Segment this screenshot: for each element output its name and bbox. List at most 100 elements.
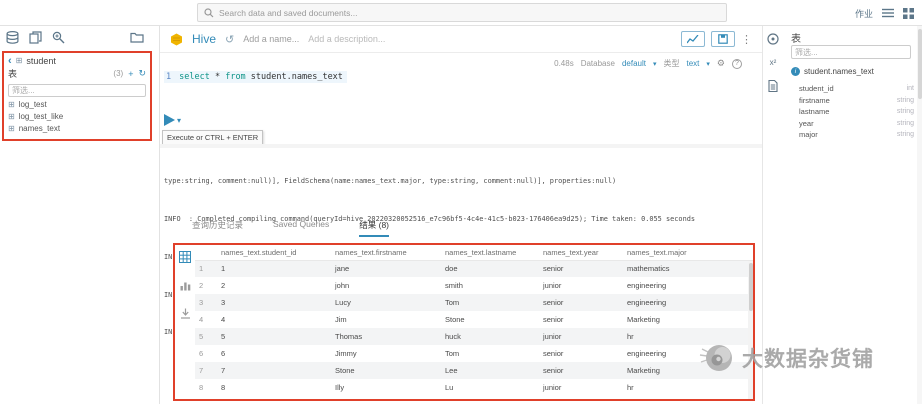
table-cell: junior — [543, 281, 562, 290]
results-col-header[interactable]: names_text.year — [539, 245, 623, 261]
chart-button[interactable] — [681, 31, 705, 47]
table-cell: junior — [539, 328, 623, 345]
column-name: firstname — [799, 95, 830, 105]
table-cell: 5 — [217, 328, 331, 345]
table-cell: 7 — [217, 362, 331, 379]
language-docs-icon[interactable] — [768, 80, 778, 92]
table-row[interactable]: 1 1 jane doe senior mathematics — [195, 260, 753, 277]
sidebar-item-log-test-like[interactable]: ⊞ log_test_like — [8, 110, 146, 122]
active-table-name[interactable]: student.names_text — [804, 67, 874, 76]
table-row[interactable]: 2 2 john smith junior engineering — [195, 277, 753, 294]
results-scrollbar[interactable] — [748, 261, 753, 399]
search-icon — [204, 7, 214, 18]
table-cell: mathematics — [623, 260, 753, 277]
assistant-info-icon[interactable] — [767, 33, 779, 45]
refresh-icon[interactable]: ↻ — [138, 68, 146, 79]
table-filter-input[interactable] — [8, 84, 146, 97]
column-filter-input[interactable] — [791, 45, 911, 59]
add-table-icon[interactable]: + — [128, 69, 133, 79]
gear-icon[interactable]: ⚙ — [717, 58, 725, 69]
table-cell: 8 — [221, 383, 226, 392]
sql-editor-line[interactable]: 1 select * from student.names_text — [164, 71, 347, 83]
editor-header-actions: ⋮ — [681, 31, 752, 47]
table-icon: ⊞ — [8, 123, 15, 133]
table-cell: Jimmy — [335, 349, 357, 358]
results-col-header[interactable]: names_text.major — [623, 245, 753, 261]
table-cell: 3 — [217, 294, 331, 311]
window-scrollbar[interactable] — [917, 26, 922, 404]
table-cell: smith — [445, 281, 463, 290]
table-row[interactable]: 6 6 Jimmy Tom senior engineering — [195, 345, 753, 362]
tables-section-header: 表 (3) + ↻ — [8, 67, 146, 80]
functions-icon[interactable]: x² — [770, 58, 777, 67]
list-item[interactable]: student_id int — [799, 83, 914, 95]
database-name[interactable]: student — [26, 56, 56, 66]
query-history-icon[interactable]: ↺ — [225, 33, 234, 46]
table-cell: Stone — [445, 315, 465, 324]
results-col-header[interactable]: names_text.student_id — [217, 245, 331, 261]
back-icon[interactable]: ‹ — [8, 55, 12, 66]
global-search[interactable] — [197, 3, 727, 22]
info-icon[interactable]: i — [791, 67, 800, 76]
database-header[interactable]: ‹ ⊞ student — [8, 54, 146, 67]
tab-query-history[interactable]: 查询历史记录 — [192, 219, 243, 237]
database-select[interactable]: default — [622, 59, 646, 68]
jobs-list-icon[interactable] — [882, 8, 894, 18]
list-item[interactable]: major string — [799, 129, 914, 141]
execute-button[interactable]: ▾ — [164, 114, 181, 126]
more-menu-icon[interactable]: ⋮ — [741, 33, 752, 46]
import-folder-icon[interactable] — [130, 31, 144, 43]
type-select[interactable]: text — [687, 59, 700, 68]
table-cell: 7 — [195, 362, 217, 379]
search-input[interactable] — [219, 7, 720, 18]
tab-results[interactable]: 结果 (8) — [359, 219, 390, 237]
active-table-row[interactable]: i student.names_text — [791, 67, 874, 76]
table-row[interactable]: 7 7 Stone Lee senior Marketing — [195, 362, 753, 379]
chevron-down-icon[interactable]: ▾ — [653, 60, 657, 68]
grid-view-icon[interactable] — [179, 250, 191, 268]
query-name-field[interactable]: Add a name... — [243, 34, 299, 44]
table-cell: Stone — [331, 362, 441, 379]
editor-header: Hive ↺ Add a name... Add a description..… — [160, 26, 762, 53]
sidebar-item-log-test[interactable]: ⊞ log_test — [8, 98, 146, 110]
table-row[interactable]: 8 8 Illy Lu junior hr — [195, 379, 753, 396]
download-icon[interactable] — [180, 306, 191, 324]
sidebar-item-names-text[interactable]: ⊞ names_text — [8, 122, 146, 134]
scrollbar-thumb[interactable] — [748, 263, 753, 311]
help-icon[interactable]: ? — [732, 58, 742, 69]
assist-icon-bar — [6, 31, 65, 44]
jobs-link[interactable]: 作业 — [855, 7, 873, 20]
table-row[interactable]: 3 3 Lucy Tom senior engineering — [195, 294, 753, 311]
table-cell: 4 — [221, 315, 226, 324]
table-cell: 3 — [195, 294, 217, 311]
list-item[interactable]: year string — [799, 118, 914, 130]
results-toolbar — [175, 245, 195, 399]
results-header-row: names_text.student_id names_text.firstna… — [195, 245, 753, 261]
list-item[interactable]: firstname string — [799, 95, 914, 107]
search-zoom-icon[interactable] — [52, 31, 65, 44]
save-button[interactable] — [711, 31, 735, 47]
table-row[interactable]: 5 5 Thomas huck junior hr — [195, 328, 753, 345]
results-grid: names_text.student_id names_text.firstna… — [195, 245, 753, 399]
chart-view-icon[interactable] — [180, 278, 191, 296]
editor-resize-handle[interactable] — [160, 144, 762, 148]
table-name: log_test — [18, 99, 47, 109]
query-meta-bar: 0.48s Database default ▾ 类型 text ▾ ⚙ ? — [554, 58, 742, 69]
table-cell: 1 — [217, 260, 331, 277]
hive-icon — [170, 33, 183, 46]
results-col-header[interactable]: names_text.firstname — [331, 245, 441, 261]
engine-label[interactable]: Hive — [192, 32, 216, 46]
query-description-field[interactable]: Add a description... — [308, 34, 385, 44]
table-row[interactable]: 4 4 Jim Stone senior Marketing — [195, 311, 753, 328]
topbar-right: 作业 — [855, 0, 914, 26]
table-name: names_text — [18, 123, 61, 133]
documents-icon[interactable] — [29, 31, 42, 44]
databases-icon[interactable] — [6, 31, 19, 44]
list-item[interactable]: lastname string — [799, 106, 914, 118]
chevron-down-icon[interactable]: ▾ — [706, 60, 710, 68]
results-col-header[interactable]: names_text.lastname — [441, 245, 539, 261]
chevron-down-icon[interactable]: ▾ — [177, 116, 181, 125]
tab-saved-queries[interactable]: Saved Queries — [273, 219, 329, 237]
scrollbar-thumb[interactable] — [917, 29, 922, 99]
apps-grid-icon[interactable] — [903, 7, 914, 19]
